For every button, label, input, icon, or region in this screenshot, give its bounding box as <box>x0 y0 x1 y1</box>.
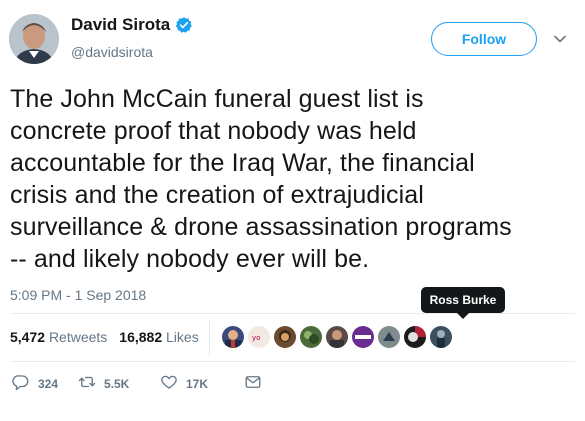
liker-avatar[interactable] <box>378 326 400 348</box>
retweet-count: 5.5K <box>104 376 130 391</box>
author-handle[interactable]: @davidsirota <box>71 44 153 60</box>
liker-avatars: yo <box>222 326 456 348</box>
liker-avatar[interactable] <box>300 326 322 348</box>
heart-icon <box>160 373 178 394</box>
liker-avatar[interactable]: yo <box>248 326 270 348</box>
like-count: 17K <box>186 376 209 391</box>
liker-tooltip: Ross Burke <box>421 287 505 319</box>
retweets-count: 5,472 <box>10 329 46 345</box>
liker-avatar[interactable] <box>326 326 348 348</box>
verified-badge-icon <box>175 16 193 34</box>
reply-button[interactable]: 324 <box>12 373 78 394</box>
likes-stat[interactable]: 16,882 Likes <box>119 329 198 345</box>
like-button[interactable]: 17K <box>160 373 244 394</box>
liker-avatar[interactable] <box>404 326 426 348</box>
stats-separator <box>209 320 210 356</box>
divider <box>10 313 575 314</box>
likes-count: 16,882 <box>119 329 163 345</box>
author-avatar[interactable] <box>9 14 59 64</box>
reply-count: 324 <box>38 376 59 391</box>
svg-text:yo: yo <box>252 334 260 342</box>
tweet-timestamp[interactable]: 5:09 PM - 1 Sep 2018 <box>10 287 146 303</box>
author-name-row: David Sirota <box>71 15 193 35</box>
reply-icon <box>12 373 30 394</box>
liker-avatar[interactable] <box>222 326 244 348</box>
follow-button[interactable]: Follow <box>431 22 537 56</box>
direct-message-button[interactable] <box>244 373 262 394</box>
tweet-actions: 324 5.5K 17K <box>12 373 262 394</box>
retweets-label: Retweets <box>48 329 108 345</box>
liker-avatar[interactable] <box>274 326 296 348</box>
tweet-stats: 5,472 Retweets 16,882 Likes <box>10 329 211 345</box>
divider <box>10 361 575 362</box>
tweet-card: David Sirota @davidsirota Follow The Joh… <box>0 0 585 421</box>
retweet-button[interactable]: 5.5K <box>78 373 160 394</box>
retweet-icon <box>78 373 96 394</box>
retweets-stat[interactable]: 5,472 Retweets <box>10 329 107 345</box>
chevron-down-icon[interactable] <box>553 32 567 46</box>
message-icon <box>244 373 262 394</box>
author-display-name[interactable]: David Sirota <box>71 15 170 35</box>
liker-avatar[interactable] <box>430 326 452 348</box>
likes-label: Likes <box>166 329 199 345</box>
tweet-text: The John McCain funeral guest list is co… <box>10 85 512 273</box>
liker-avatar[interactable] <box>352 326 374 348</box>
